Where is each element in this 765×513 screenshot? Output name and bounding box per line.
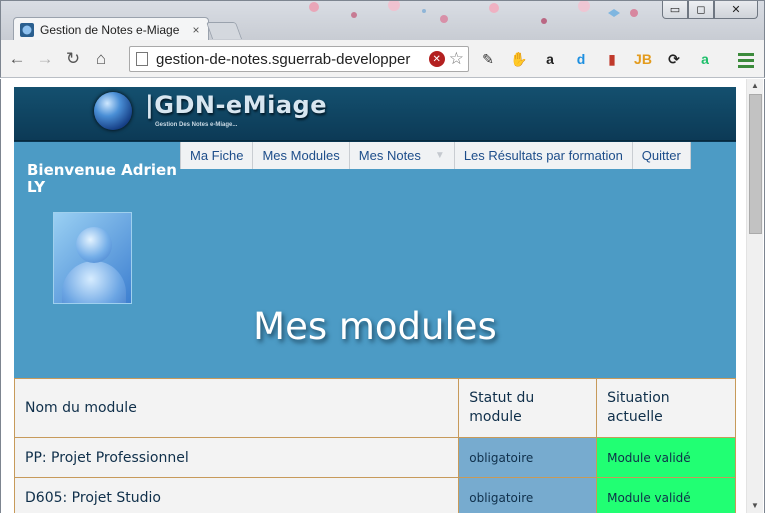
maximize-button[interactable]: ◻ (688, 1, 714, 19)
site-banner: |GDN-eMiage Gestion Des Notes e-Miage... (14, 87, 736, 141)
favicon-icon (20, 22, 34, 37)
dropdown-caret-icon: ▼ (434, 150, 445, 161)
extension-a-icon[interactable]: a (694, 48, 716, 70)
nav-label: Les Résultats par formation (463, 148, 623, 163)
module-name-cell: D605: Projet Studio (13, 477, 460, 513)
tab-title: Gestion de Notes e-Miage (40, 22, 180, 37)
nav-quitter[interactable]: Quitter (633, 142, 691, 169)
extension-d-icon[interactable]: d (570, 48, 592, 70)
table-row: PP: Projet Professionnel obligatoire Mod… (13, 437, 736, 478)
modules-table: Nom du module Statut du module Situation… (13, 378, 736, 513)
floral-theme-decoration (309, 1, 684, 24)
nav-label: Quitter (641, 148, 681, 163)
extension-amazon-icon[interactable]: a (539, 48, 561, 70)
nav-ma-fiche[interactable]: Ma Fiche (181, 142, 254, 169)
page-icon (136, 52, 148, 66)
browser-titlebar: Gestion de Notes e-Miage × ▭ ◻ ✕ (0, 0, 765, 40)
module-status-cell: obligatoire (458, 437, 598, 478)
main-nav: Ma Fiche Mes Modules Mes Notes ▼ Les Résu… (180, 142, 691, 169)
bookmark-star-icon[interactable]: ☆ (449, 49, 464, 69)
page-viewport: |GDN-eMiage Gestion Des Notes e-Miage...… (0, 79, 765, 513)
extension-sync-icon[interactable]: ⟳ (663, 48, 685, 70)
page-title: Mes modules (253, 305, 497, 348)
welcome-message: Bienvenue Adrien LY (27, 161, 177, 196)
scroll-down-arrow-icon[interactable]: ▼ (747, 499, 763, 513)
close-window-button[interactable]: ✕ (714, 1, 758, 19)
nav-label: Mes Modules (262, 148, 340, 163)
nav-mes-modules[interactable]: Mes Modules (253, 142, 350, 169)
extension-stylus-icon[interactable]: ✎ (477, 48, 499, 70)
header-current-situation: Situation actuelle (596, 378, 736, 438)
nav-resultats-formation[interactable]: Les Résultats par formation (455, 142, 633, 169)
module-situation-cell: Module validé (596, 437, 736, 478)
browser-menu-icon[interactable] (738, 53, 754, 68)
extension-icons: ✎ ✋ a d ▮ JB ⟳ a (477, 48, 716, 70)
nav-label: Ma Fiche (190, 148, 244, 163)
back-button[interactable]: ← (5, 47, 29, 71)
site-logo-title: |GDN-eMiage (145, 91, 327, 119)
table-header-row: Nom du module Statut du module Situation… (13, 378, 736, 438)
scroll-up-arrow-icon[interactable]: ▲ (747, 79, 763, 93)
header-module-status: Statut du module (458, 378, 598, 438)
module-situation-cell: Module validé (596, 477, 736, 513)
module-name-cell: PP: Projet Professionnel (13, 437, 460, 478)
forward-button[interactable]: → (33, 47, 57, 71)
tab-close-icon[interactable]: × (190, 23, 202, 37)
window-controls: ▭ ◻ ✕ (662, 1, 758, 19)
header-module-name: Nom du module (13, 378, 460, 438)
scrollbar-thumb[interactable] (749, 94, 762, 234)
home-button[interactable]: ⌂ (89, 47, 113, 71)
extension-jb-icon[interactable]: JB (632, 48, 654, 70)
nav-mes-notes[interactable]: Mes Notes ▼ (350, 142, 455, 169)
module-status-cell: obligatoire (458, 477, 598, 513)
browser-tab-active[interactable]: Gestion de Notes e-Miage × (13, 17, 209, 40)
globe-logo-icon (94, 92, 132, 130)
nav-label: Mes Notes (358, 148, 421, 163)
address-bar[interactable]: gestion-de-notes.sguerrab-developper ✕ ☆ (129, 46, 469, 72)
user-avatar (53, 212, 132, 304)
minimize-button[interactable]: ▭ (662, 1, 688, 19)
site-container: |GDN-eMiage Gestion Des Notes e-Miage...… (13, 87, 736, 513)
extension-book-icon[interactable]: ▮ (601, 48, 623, 70)
browser-toolbar: ← → ↻ ⌂ gestion-de-notes.sguerrab-develo… (0, 40, 765, 78)
site-logo-subtitle: Gestion Des Notes e-Miage... (155, 122, 238, 128)
url-text: gestion-de-notes.sguerrab-developper (156, 50, 411, 68)
blocked-content-icon[interactable]: ✕ (428, 51, 445, 67)
extension-adblock-icon[interactable]: ✋ (508, 48, 530, 70)
vertical-scrollbar[interactable]: ▲ ▼ (746, 79, 763, 513)
reload-button[interactable]: ↻ (61, 47, 85, 71)
table-row: D605: Projet Studio obligatoire Module v… (13, 477, 736, 513)
new-tab-button[interactable] (205, 22, 243, 39)
